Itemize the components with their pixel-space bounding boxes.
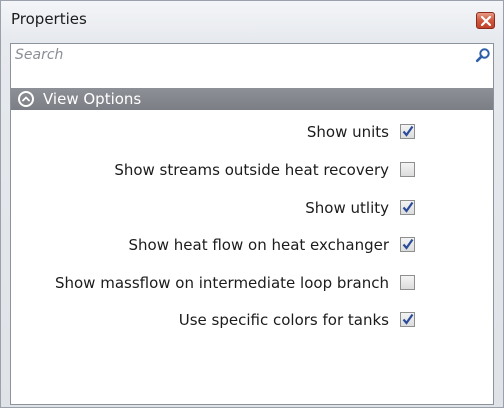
tank-colors-checkbox[interactable] — [400, 312, 415, 327]
view-options-header[interactable]: View Options — [11, 88, 493, 110]
option-show-units: Show units — [11, 120, 493, 144]
show-streams-outside-heat-recovery-checkbox[interactable] — [400, 162, 415, 177]
option-label: Show streams outside heat recovery — [114, 161, 389, 179]
close-button[interactable] — [476, 12, 495, 29]
window-title: Properties — [11, 10, 87, 28]
show-utility-checkbox[interactable] — [400, 200, 415, 215]
option-show-utility: Show utlity — [11, 196, 493, 220]
option-label: Show units — [306, 123, 389, 141]
check-icon — [402, 313, 414, 325]
show-heat-flow-checkbox[interactable] — [400, 237, 415, 252]
section-label: View Options — [43, 90, 142, 108]
option-label: Show heat flow on heat exchanger — [128, 236, 389, 254]
check-icon — [402, 125, 414, 137]
title-bar[interactable]: Properties — [1, 1, 503, 39]
properties-window: Properties View Options Show units — [0, 0, 504, 408]
option-show-massflow: Show massflow on intermediate loop branc… — [11, 271, 493, 295]
option-label: Show utlity — [305, 199, 389, 217]
close-icon — [480, 15, 492, 27]
check-icon — [402, 238, 414, 250]
search-icon[interactable] — [475, 47, 491, 63]
search-input[interactable] — [15, 46, 455, 64]
collapse-icon[interactable] — [18, 91, 34, 107]
check-icon — [402, 201, 414, 213]
search-bar — [11, 44, 493, 66]
option-tank-colors: Use specific colors for tanks — [11, 308, 493, 332]
option-show-heat-flow: Show heat flow on heat exchanger — [11, 233, 493, 257]
show-massflow-checkbox[interactable] — [400, 275, 415, 290]
option-show-streams-outside-heat-recovery: Show streams outside heat recovery — [11, 158, 493, 182]
show-units-checkbox[interactable] — [400, 124, 415, 139]
option-label: Show massflow on intermediate loop branc… — [54, 274, 389, 292]
properties-panel: View Options Show units Show streams out… — [10, 43, 494, 405]
option-label: Use specific colors for tanks — [178, 311, 389, 329]
